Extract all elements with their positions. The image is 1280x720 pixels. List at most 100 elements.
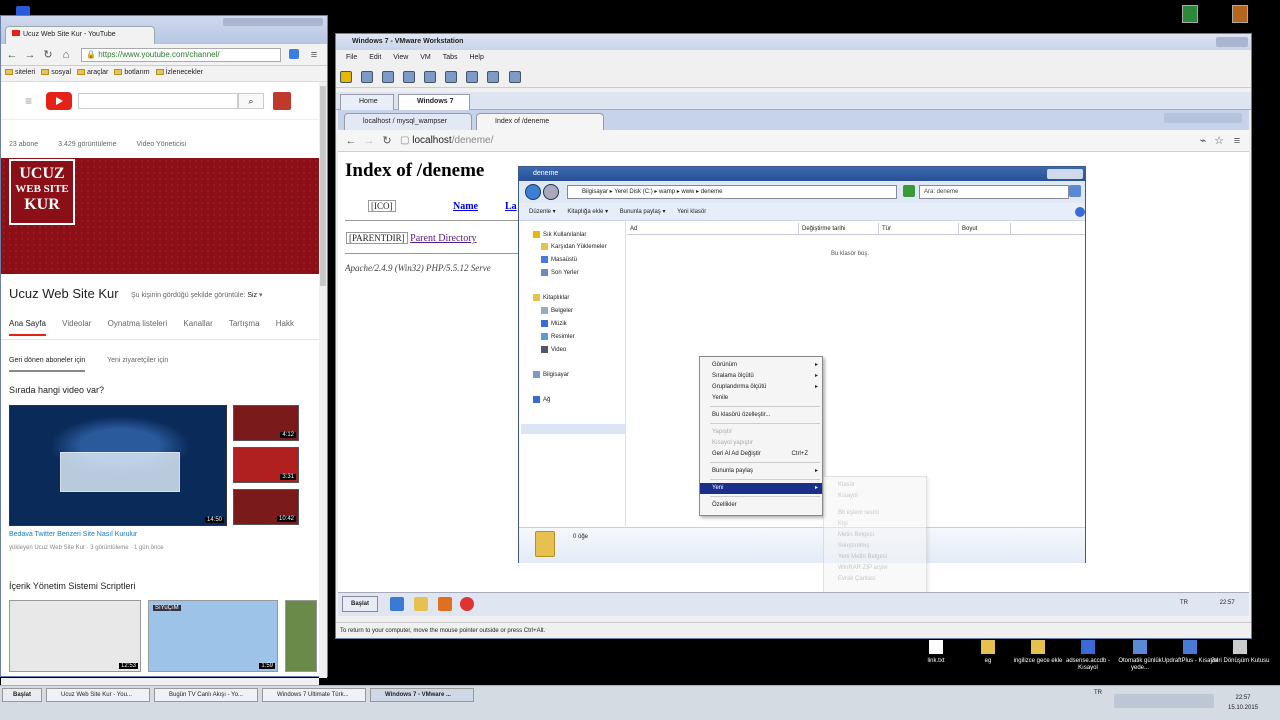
sort-last-modified-link[interactable]: La	[505, 201, 517, 212]
desktop-app-icon[interactable]	[1232, 5, 1248, 23]
desktop-file-link-txt[interactable]: link.txt	[906, 640, 966, 665]
nav-item-computer[interactable]: Bilgisayar	[533, 371, 569, 378]
menu-view[interactable]: View	[393, 54, 408, 61]
menu-item-new[interactable]: Yeni ▸	[700, 483, 822, 494]
bookmark-item[interactable]: araçlar	[76, 69, 108, 76]
bookmark-star-icon[interactable]: ☆	[1212, 134, 1226, 148]
ie-icon[interactable]	[390, 597, 404, 611]
submenu-item-contact[interactable]: Kişi	[824, 519, 926, 530]
submenu-item-shortcut[interactable]: Kısayol	[824, 491, 926, 502]
nav-item-recent[interactable]: Son Yerler	[541, 269, 579, 276]
desktop-app-icon[interactable]	[1182, 5, 1198, 23]
nav-item-downloads[interactable]: Karşıdan Yüklemeler	[541, 243, 607, 250]
column-type[interactable]: Tür	[879, 223, 959, 235]
refresh-icon[interactable]	[903, 185, 915, 197]
nav-item-libraries[interactable]: Kitaplıklar	[533, 294, 569, 301]
menu-item-paste-shortcut[interactable]: Kısayol yapıştır	[700, 438, 822, 449]
menu-item-customize[interactable]: Bu klasörü özelleştir...	[700, 410, 822, 421]
taskbar-item-youtube[interactable]: Ucuz Web Site Kur - You...	[46, 688, 150, 702]
submenu-item-text-document[interactable]: Metin Belgesi	[824, 530, 926, 541]
bookmark-item[interactable]: İzlenecekler	[155, 69, 203, 76]
guest-clock[interactable]: 22:57	[1220, 600, 1235, 606]
tab-new-visitors[interactable]: Yeni ziyaretçiler için	[107, 357, 168, 364]
youtube-search-input[interactable]	[78, 93, 238, 109]
language-indicator[interactable]: TR	[1094, 690, 1102, 696]
side-video-thumbnail[interactable]: 3:31	[233, 447, 299, 483]
revert-icon[interactable]	[382, 71, 395, 83]
menu-edit[interactable]: Edit	[369, 54, 381, 61]
nav-item-favorites[interactable]: Sık Kullanılanlar	[533, 231, 586, 238]
scrollbar-thumb[interactable]	[320, 86, 326, 286]
power-icon[interactable]	[340, 71, 352, 83]
column-size[interactable]: Boyut	[959, 223, 1011, 235]
reload-icon[interactable]: ↻	[380, 134, 394, 148]
tab-playlists[interactable]: Oynatma listeleri	[108, 319, 168, 328]
help-icon[interactable]	[1075, 207, 1085, 217]
language-indicator[interactable]: TR	[1180, 600, 1188, 606]
submenu-item-winrar-zip[interactable]: WinRAR ZIP arşivi	[824, 563, 926, 574]
window-controls[interactable]	[1047, 169, 1083, 179]
tabs-icon[interactable]	[445, 71, 458, 83]
manage-snapshots-icon[interactable]	[403, 71, 416, 83]
column-name[interactable]: Ad	[627, 223, 799, 235]
menu-tabs[interactable]: Tabs	[443, 54, 458, 61]
menu-item-group-by[interactable]: Gruplandırma ölçütü ▸	[700, 382, 822, 393]
nav-item-desktop[interactable]: Masaüstü	[541, 256, 577, 263]
window-controls[interactable]	[1164, 113, 1242, 123]
parent-directory-link[interactable]: Parent Directory	[410, 233, 476, 244]
side-video-thumbnail[interactable]: 10:42	[233, 489, 299, 525]
console-view-icon[interactable]	[508, 71, 521, 83]
menu-item-properties[interactable]: Özellikler	[700, 500, 822, 511]
nav-item-documents[interactable]: Belgeler	[541, 307, 573, 314]
tab-discussion[interactable]: Tartışma	[229, 319, 260, 328]
desktop-recycle-bin[interactable]: Geri Dönüşüm Kutusu	[1210, 640, 1270, 665]
reload-icon[interactable]: ↻	[41, 48, 55, 62]
menu-icon[interactable]: ≡	[307, 48, 321, 62]
home-icon[interactable]: ⌂	[59, 48, 73, 62]
forward-icon[interactable]: →	[23, 48, 37, 62]
tab-channels[interactable]: Kanallar	[183, 319, 212, 328]
snapshot-icon[interactable]	[361, 71, 374, 83]
youtube-logo[interactable]	[46, 92, 72, 110]
submenu-item-bitmap[interactable]: Bit eşlem resmi	[824, 508, 926, 519]
explorer-path-bar[interactable]: Bilgisayar ▸ Yerel Disk (C:) ▸ wamp ▸ ww…	[567, 185, 897, 199]
explorer-taskbar-icon[interactable]	[414, 597, 428, 611]
media-player-icon[interactable]	[438, 597, 452, 611]
back-icon[interactable]: ←	[5, 48, 19, 62]
menu-help[interactable]: Help	[469, 54, 483, 61]
left-address-bar[interactable]: 🔒 https://www.youtube.com/channel/	[81, 48, 281, 62]
menu-file[interactable]: File	[346, 54, 357, 61]
tab-home[interactable]: Home	[340, 94, 394, 110]
video-thumbnail[interactable]: SıYuÇıM 1:59	[148, 600, 278, 672]
user-icon[interactable]	[289, 49, 299, 59]
guest-tab-phpmyadmin[interactable]: localhost / mysql_wampser	[344, 113, 472, 130]
forward-icon[interactable]	[543, 184, 559, 200]
menu-item-share-with[interactable]: Bununla paylaş ▸	[700, 466, 822, 477]
main-video-thumbnail[interactable]: 14:50	[9, 405, 227, 526]
view-options-icon[interactable]	[1019, 207, 1059, 217]
submenu-item-briefcase[interactable]: Evrak Çantası	[824, 574, 926, 585]
main-video-title[interactable]: Bedava Twitter Benzeri Site Nasıl Kurulu…	[9, 531, 137, 538]
tab-about[interactable]: Hakk	[276, 319, 294, 328]
submenu-item-new-text[interactable]: Yeni Metin Belgesi	[824, 552, 926, 563]
menu-vm[interactable]: VM	[420, 54, 431, 61]
video-manager-link[interactable]: Video Yöneticisi	[137, 141, 187, 148]
menu-item-sort-by[interactable]: Sıralama ölçütü ▸	[700, 371, 822, 382]
back-icon[interactable]	[525, 184, 541, 200]
add-to-library-button[interactable]: Kitaplığa ekle ▾	[567, 209, 608, 215]
nav-item-videos[interactable]: Video	[541, 346, 566, 353]
menu-item-view[interactable]: Görünüm ▸	[700, 360, 822, 371]
menu-icon[interactable]: ≡	[1230, 134, 1244, 148]
avatar[interactable]	[273, 92, 291, 110]
menu-item-undo-rename[interactable]: Geri Al Ad Değiştir Ctrl+Z	[700, 449, 822, 460]
guest-screen[interactable]: localhost / mysql_wampser Index of /dene…	[338, 110, 1249, 616]
guest-address-bar[interactable]: ▢ localhost/deneme/	[400, 133, 1200, 149]
video-thumbnail[interactable]: 12:53	[9, 600, 141, 672]
window-controls[interactable]	[1216, 37, 1248, 47]
guest-start-button[interactable]: Başlat	[342, 596, 378, 612]
explorer-search-input[interactable]: Ara: deneme	[919, 185, 1069, 199]
tab-home[interactable]: Ana Sayfa	[9, 319, 46, 336]
host-clock[interactable]: 22:57 15.10.2015	[1228, 693, 1258, 713]
nav-item-music[interactable]: Müzik	[541, 320, 567, 327]
bookmark-item[interactable]: botlarım	[114, 69, 150, 76]
